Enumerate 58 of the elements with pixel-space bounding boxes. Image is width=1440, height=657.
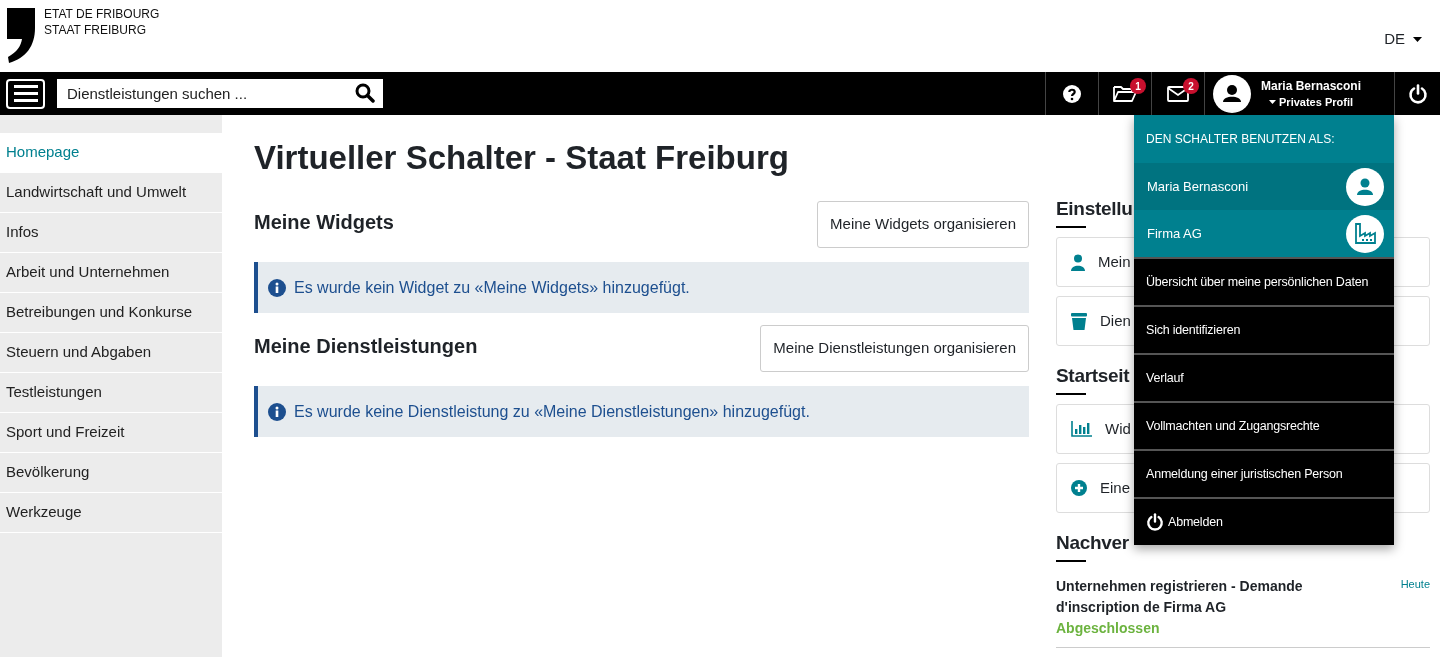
mail-icon[interactable] xyxy=(1167,85,1189,102)
caret-icon xyxy=(1413,36,1422,42)
bar-chart-icon xyxy=(1071,421,1092,437)
bin-icon xyxy=(1071,312,1087,330)
notification-badge: 2 xyxy=(1183,78,1199,94)
profile-option[interactable]: Maria Bernasconi xyxy=(1134,163,1394,210)
profile-option[interactable]: Firma AG xyxy=(1134,210,1394,257)
comma-logo xyxy=(6,6,36,63)
folder-icon[interactable] xyxy=(1113,84,1137,103)
notification-badge: 1 xyxy=(1130,78,1146,94)
menu-item[interactable]: Sich identifizieren xyxy=(1134,305,1394,353)
menu-button[interactable] xyxy=(6,78,45,109)
menu-item[interactable]: Übersicht über meine persönlichen Daten xyxy=(1134,257,1394,305)
power-icon xyxy=(1146,513,1164,531)
info-text: Es wurde keine Dienstleistung zu «Meine Dienstleistungen» hinzugefügt. xyxy=(294,401,810,422)
sidebar-item[interactable]: Infos xyxy=(0,213,222,253)
request-status: Abgeschlossen xyxy=(1056,619,1161,638)
sidebar-item[interactable]: Landwirtschaft und Umwelt xyxy=(0,173,222,213)
info-icon xyxy=(268,402,286,421)
sidebar-item[interactable]: Sport und Freizeit xyxy=(0,413,222,453)
sidebar-item[interactable]: Steuern und Abgaben xyxy=(0,333,222,373)
sidebar-item[interactable]: Bevölkerung xyxy=(0,453,222,493)
search-icon[interactable] xyxy=(355,83,375,103)
section-heading: Meine Widgets xyxy=(254,210,394,235)
caret-icon xyxy=(1269,99,1277,104)
person-icon xyxy=(1346,167,1384,206)
plus-icon xyxy=(1071,480,1087,496)
help-icon[interactable] xyxy=(1063,84,1081,103)
section-heading: Startseit xyxy=(1056,364,1130,388)
request-title[interactable]: Unternehmen registrieren - Demande d'inscription de Firma AG xyxy=(1056,576,1386,618)
organize-button[interactable]: Meine Widgets organisieren xyxy=(817,201,1029,248)
sidebar-item[interactable]: Betreibungen und Konkurse xyxy=(0,293,222,333)
menu-item[interactable]: Anmeldung einer juristischen Person xyxy=(1134,449,1394,497)
section-heading: Nachver xyxy=(1056,531,1129,555)
request-date: Heute xyxy=(1400,577,1430,592)
person-icon xyxy=(1071,253,1085,271)
factory-icon xyxy=(1346,214,1384,253)
sidebar-item[interactable]: Arbeit und Unternehmen xyxy=(0,253,222,293)
page-title: Virtueller Schalter - Staat Freiburg xyxy=(254,138,790,178)
sidebar-item[interactable]: Werkzeuge xyxy=(0,493,222,533)
brand-name: STAAT FREIBURG xyxy=(44,22,147,38)
sidebar-item[interactable]: Testleistungen xyxy=(0,373,222,413)
search-field[interactable]: Dienstleistungen suchen ... xyxy=(57,79,383,108)
menu-item[interactable]: Abmelden xyxy=(1134,497,1394,545)
menu-item[interactable]: Vollmachten und Zugangsrechte xyxy=(1134,401,1394,449)
power-icon[interactable] xyxy=(1407,83,1428,104)
menu-item[interactable]: Verlauf xyxy=(1134,353,1394,401)
section-heading: Einstellu xyxy=(1056,197,1133,221)
profile-label: Privates Profil xyxy=(1279,94,1353,110)
organize-button[interactable]: Meine Dienstleistungen organisieren xyxy=(760,325,1029,372)
info-icon xyxy=(268,278,286,297)
sidebar-item[interactable]: Homepage xyxy=(0,133,222,173)
menu-header: DEN SCHALTER BENUTZEN ALS: xyxy=(1134,115,1394,163)
user-name: Maria Bernasconi xyxy=(1261,77,1362,94)
brand-name: ETAT DE FRIBOURG xyxy=(44,6,160,22)
info-text: Es wurde kein Widget zu «Meine Widgets» hinzugefügt. xyxy=(294,277,690,298)
language-selector[interactable]: DE xyxy=(1384,28,1422,51)
section-heading: Meine Dienstleistungen xyxy=(254,334,478,359)
